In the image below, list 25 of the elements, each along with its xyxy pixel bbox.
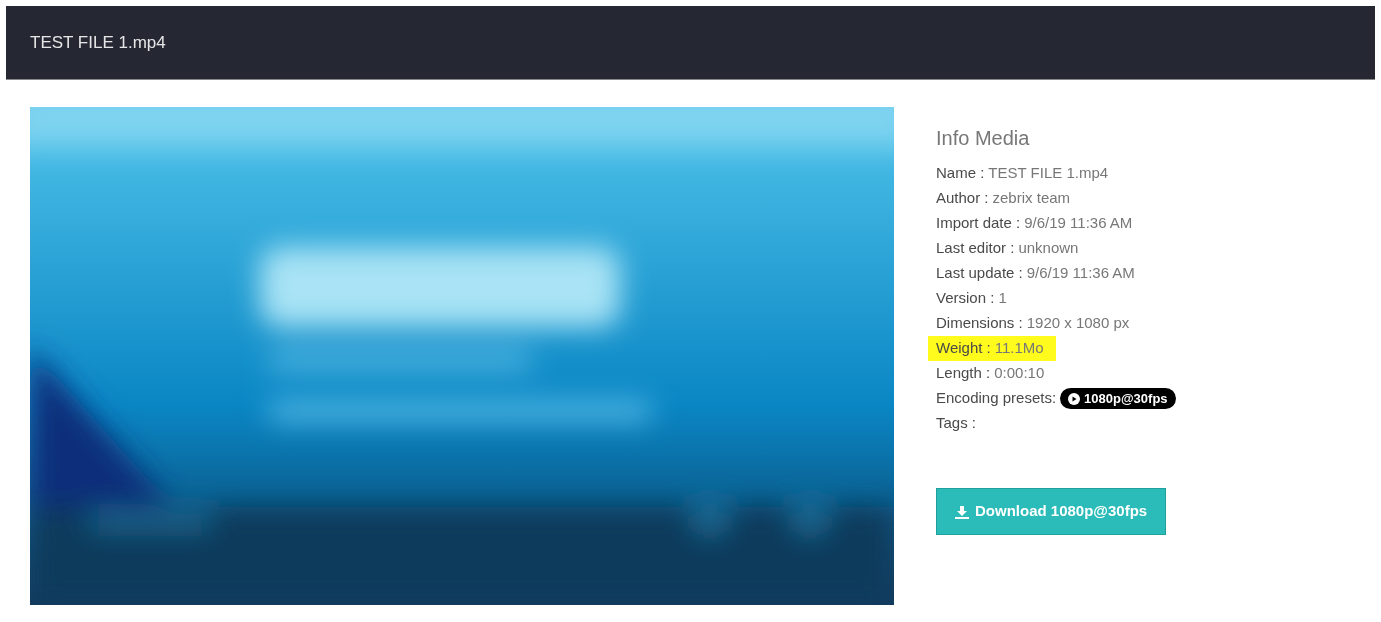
info-label: Length : [936,363,991,384]
info-value: 1920 x 1080 px [1026,313,1130,334]
info-label: Encoding presets: [936,388,1057,409]
info-title: Info Media [936,126,1031,151]
info-label: Last editor : [936,238,1015,259]
info-label: Name : [936,163,985,184]
info-label: Last update : [936,263,1023,284]
info-label: Weight : [936,338,991,359]
info-value: 9/6/19 11:36 AM [1024,213,1133,234]
info-value: zebrix team [992,188,1071,209]
info-value: 9/6/19 11:36 AM [1026,263,1135,284]
info-value: 0:00:10 [994,363,1045,384]
info-label: Version : [936,288,995,309]
info-value: TEST FILE 1.mp4 [988,163,1109,184]
info-label: Import date : [936,213,1021,234]
info-value: unknown [1018,238,1079,259]
window-title: TEST FILE 1.mp4 [30,31,166,54]
info-label: Tags : [936,413,977,434]
info-value: 11.1Mo [994,338,1044,359]
info-label: Dimensions : [936,313,1023,334]
info-label: Author : [936,188,989,209]
download-icon [955,504,969,519]
preset-badge[interactable]: 1080p@30fps [1060,387,1176,410]
play-icon [1068,392,1081,405]
info-value: 1 [998,288,1007,309]
